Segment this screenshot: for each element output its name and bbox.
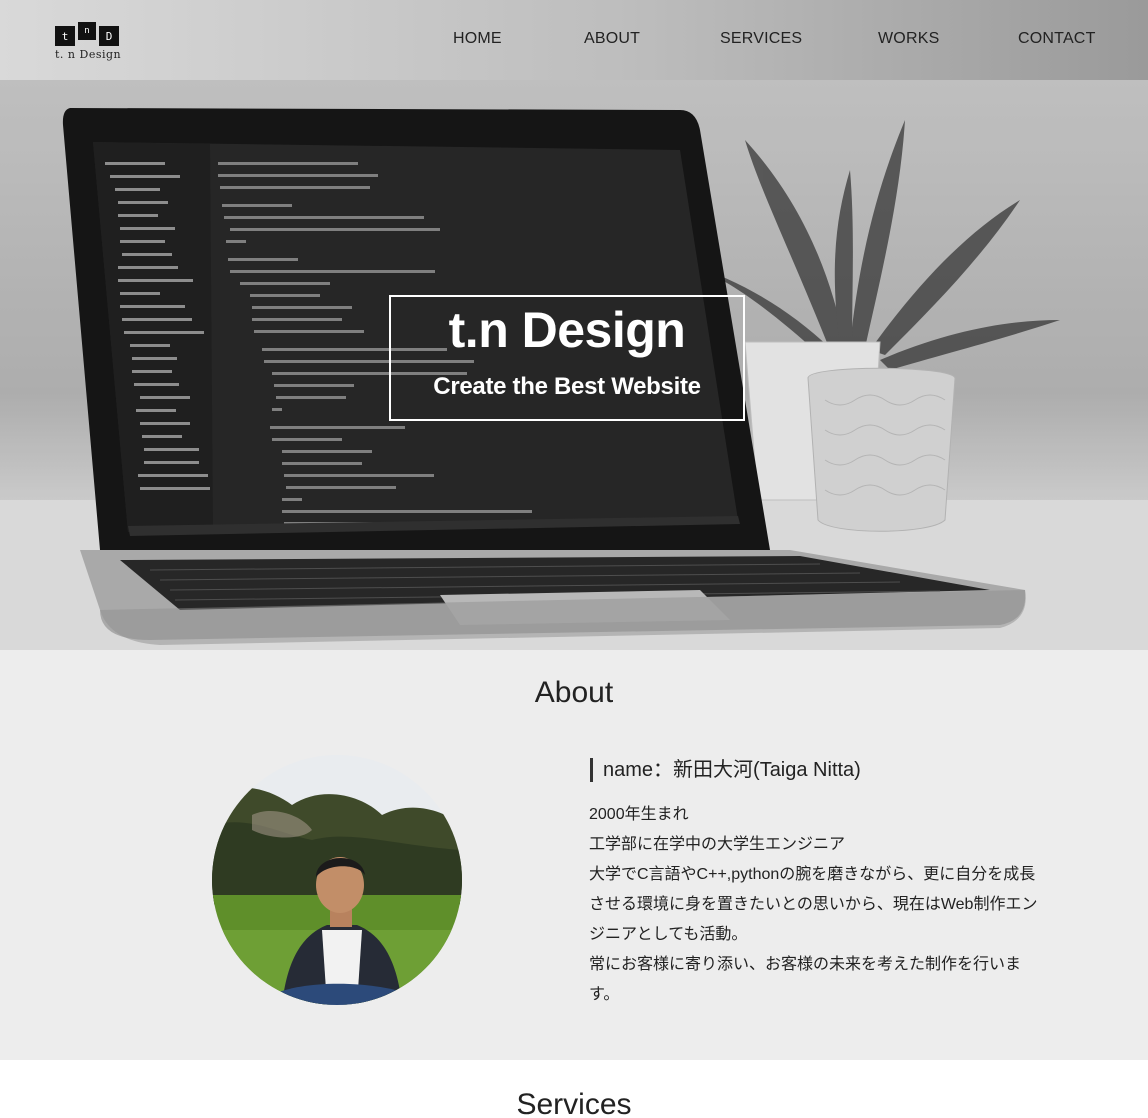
nav-home-link[interactable]: HOME	[453, 30, 502, 48]
nav-contact-link[interactable]: CONTACT	[1018, 30, 1096, 48]
site-header: t n D t. n Design HOME ABOUT SERVICES WO…	[0, 0, 1148, 80]
profile-photo-image	[212, 755, 462, 1005]
about-bio-line: 常にお客様に寄り添い、お客様の未来を考えた制作を行います。	[589, 956, 1022, 1003]
about-bio-line: 2000年生まれ	[589, 806, 689, 823]
hero-subtitle: Create the Best Website	[433, 373, 701, 400]
hero-section: t.n Design Create the Best Website	[0, 80, 1148, 650]
profile-photo	[212, 755, 462, 1005]
page: t n D t. n Design HOME ABOUT SERVICES WO…	[0, 0, 1148, 1118]
about-bio-line: 工学部に在学中の大学生エンジニア	[589, 836, 846, 853]
nav-services-link[interactable]: SERVICES	[720, 30, 802, 48]
hero-title-box: t.n Design Create the Best Website	[389, 295, 745, 421]
about-bio-line: 大学でC言語やC++,pythonの腕を磨きながら、更に自分を成長させる環境に身…	[589, 866, 1038, 943]
nav-about-link[interactable]: ABOUT	[584, 30, 640, 48]
nav-works-link[interactable]: WORKS	[878, 30, 939, 48]
about-section: About name：新田大河(Taiga Nitta) 2000年生まれ 工学…	[0, 650, 1148, 1060]
services-section: Services	[0, 1060, 1148, 1118]
hero-title: t.n Design	[448, 302, 686, 358]
about-bio: 2000年生まれ 工学部に在学中の大学生エンジニア 大学でC言語やC++,pyt…	[589, 800, 1039, 1010]
services-heading: Services	[516, 1088, 632, 1118]
main-nav: HOME ABOUT SERVICES WORKS CONTACT	[0, 30, 1148, 54]
about-name: name：新田大河(Taiga Nitta)	[590, 758, 861, 782]
about-heading: About	[534, 676, 614, 709]
